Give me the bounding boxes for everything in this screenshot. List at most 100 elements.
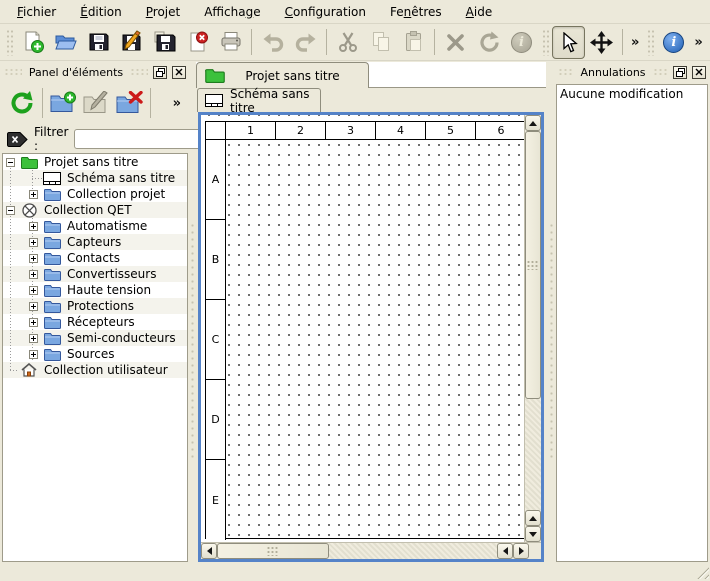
expand-expander-icon[interactable]: [29, 286, 38, 295]
folder-icon: [43, 219, 61, 233]
tree-item-protections[interactable]: Protections: [3, 298, 187, 314]
paste-button: [397, 26, 430, 59]
open-folder-icon: [54, 30, 78, 54]
menu-fenetres[interactable]: Fenêtres: [381, 1, 451, 23]
save-as-button[interactable]: [115, 26, 148, 59]
expand-expander-icon[interactable]: [29, 238, 38, 247]
cut-button: [331, 26, 364, 59]
menu-edition[interactable]: Édition: [71, 1, 131, 23]
properties-icon: i: [511, 32, 532, 53]
save-as-icon: [120, 30, 144, 54]
elements-panel-title-bar[interactable]: Panel d'éléments: [2, 63, 188, 81]
toolbar-overflow-button[interactable]: »: [627, 35, 643, 50]
expand-expander-icon[interactable]: [29, 318, 38, 327]
delete-category-button[interactable]: [113, 85, 146, 121]
menu-configuration[interactable]: Configuration: [276, 1, 375, 23]
tab-schema-sans-titre[interactable]: Schéma sans titre: [197, 88, 321, 112]
new-category-button[interactable]: [47, 85, 80, 121]
close-panel-button[interactable]: [692, 66, 706, 79]
open-button[interactable]: [49, 26, 82, 59]
main-toolbar: i » i »: [0, 24, 710, 61]
move-tool-button[interactable]: [585, 26, 618, 59]
expand-expander-icon[interactable]: [29, 350, 38, 359]
schema-tab-label: Schéma sans titre: [230, 87, 313, 115]
tree-item-collection-utilisateur[interactable]: Collection utilisateur: [3, 362, 187, 378]
elements-panel-title: Panel d'éléments: [27, 66, 125, 79]
vertical-scroll-thumb[interactable]: [525, 131, 541, 399]
toolbar-overflow-button[interactable]: »: [690, 35, 706, 50]
tree-item-sources[interactable]: Sources: [3, 346, 187, 362]
menu-fichier[interactable]: Fichier: [8, 1, 65, 23]
undo-list-item[interactable]: Aucune modification: [557, 85, 707, 102]
tree-item-schema-sans-titre[interactable]: Schéma sans titre: [3, 170, 187, 186]
collapse-expander-icon[interactable]: [6, 158, 15, 167]
filter-label: Filtrer :: [34, 125, 68, 153]
close-panel-button[interactable]: [172, 66, 186, 79]
scroll-down-button[interactable]: [525, 526, 541, 542]
expand-expander-icon[interactable]: [29, 270, 38, 279]
tree-item-semi-conducteurs[interactable]: Semi-conducteurs: [3, 330, 187, 346]
new-document-button[interactable]: [16, 26, 49, 59]
left-splitter-handle[interactable]: [190, 222, 195, 460]
folder-icon: [43, 347, 61, 361]
print-button[interactable]: [214, 26, 247, 59]
info-button[interactable]: i: [657, 26, 690, 59]
redo-button: [289, 26, 322, 59]
tree-item-automatisme[interactable]: Automatisme: [3, 218, 187, 234]
right-splitter-handle[interactable]: [549, 222, 554, 460]
scroll-left-button[interactable]: [201, 543, 217, 559]
tree-item-contacts[interactable]: Contacts: [3, 250, 187, 266]
horizontal-scrollbar[interactable]: [201, 542, 541, 559]
scroll-right-button[interactable]: [513, 543, 529, 559]
horizontal-scroll-track[interactable]: [329, 543, 497, 559]
horizontal-scroll-thumb[interactable]: [217, 543, 329, 559]
save-button[interactable]: [82, 26, 115, 59]
undo-panel-title-bar[interactable]: Annulations: [556, 63, 708, 81]
select-tool-button[interactable]: [552, 26, 585, 59]
schema-tab-bar: Schéma sans titre: [196, 88, 546, 112]
frame-column-header: 2: [276, 122, 326, 140]
save-icon: [87, 30, 111, 54]
dock-title-texture: [130, 68, 148, 77]
scroll-up-button[interactable]: [525, 115, 541, 131]
toolbar-handle[interactable]: [541, 28, 549, 56]
tree-item-collection-qet[interactable]: Collection QET: [3, 202, 187, 218]
tree-item-collection-projet[interactable]: Collection projet: [3, 186, 187, 202]
scroll-up-button[interactable]: [525, 510, 541, 526]
clear-filter-button[interactable]: [7, 131, 28, 148]
frame-column-header: 3: [326, 122, 376, 140]
vertical-scroll-track[interactable]: [525, 399, 541, 510]
float-panel-button[interactable]: [153, 66, 167, 79]
menu-affichage[interactable]: Affichage: [195, 1, 269, 23]
expand-expander-icon[interactable]: [29, 334, 38, 343]
float-panel-button[interactable]: [673, 66, 687, 79]
save-all-button[interactable]: [148, 26, 181, 59]
schema-icon: [43, 171, 61, 185]
close-document-button[interactable]: [181, 26, 214, 59]
scroll-left-button[interactable]: [497, 543, 513, 559]
tab-projet-sans-titre[interactable]: Projet sans titre: [196, 62, 369, 88]
panel-toolbar-overflow-button[interactable]: »: [169, 96, 185, 111]
expand-expander-icon[interactable]: [29, 302, 38, 311]
tree-guide-line: [10, 370, 19, 371]
undo-history-list[interactable]: Aucune modification: [556, 84, 708, 562]
toolbar-handle[interactable]: [5, 28, 13, 56]
collapse-expander-icon[interactable]: [6, 206, 15, 215]
tree-item-recepteurs[interactable]: Récepteurs: [3, 314, 187, 330]
expand-expander-icon[interactable]: [29, 254, 38, 263]
tree-item-projet-sans-titre[interactable]: Projet sans titre: [3, 154, 187, 170]
toolbar-handle[interactable]: [646, 28, 654, 56]
tree-item-convertisseurs[interactable]: Convertisseurs: [3, 266, 187, 282]
menu-projet[interactable]: Projet: [137, 1, 189, 23]
menu-aide[interactable]: Aide: [457, 1, 502, 23]
vertical-scrollbar[interactable]: [524, 115, 541, 542]
schema-canvas[interactable]: 1 2 3 4 5 6 A B C D E: [201, 115, 524, 542]
reload-collections-button[interactable]: [5, 85, 38, 121]
expand-expander-icon[interactable]: [29, 222, 38, 231]
expand-expander-icon[interactable]: [29, 190, 38, 199]
print-icon: [219, 30, 243, 54]
elements-tree[interactable]: Projet sans titre Schéma sans titre Coll…: [2, 153, 188, 562]
tree-item-capteurs[interactable]: Capteurs: [3, 234, 187, 250]
tree-item-haute-tension[interactable]: Haute tension: [3, 282, 187, 298]
resize-grip[interactable]: [694, 564, 709, 579]
